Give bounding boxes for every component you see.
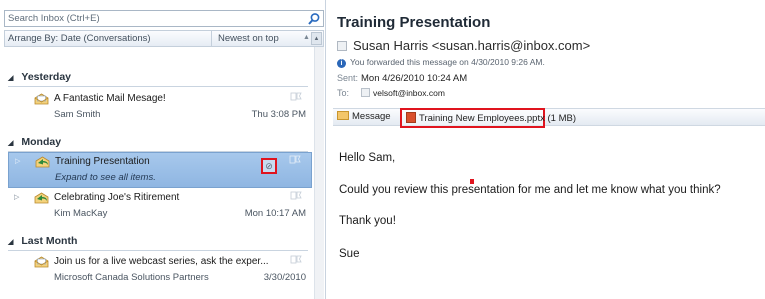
expand-conversation-icon[interactable]: ▷: [15, 157, 20, 165]
list-item[interactable]: Join us for a live webcast series, ask t…: [8, 253, 312, 289]
powerpoint-file-icon: [406, 112, 416, 123]
attachment-file[interactable]: Training New Employees.pptx (1 MB): [406, 112, 576, 124]
attachment-indicator[interactable]: ⊘: [261, 158, 277, 174]
search-input[interactable]: [5, 11, 301, 26]
to-label: To:: [337, 88, 350, 98]
search-box[interactable]: [4, 10, 324, 27]
sender-row[interactable]: Susan Harris <susan.harris@inbox.com>: [337, 38, 590, 53]
body-text: Could you review this presentation for m…: [339, 184, 721, 196]
group-header-yesterday[interactable]: ◢ Yesterday: [8, 71, 71, 83]
message-list-scrollbar[interactable]: [314, 47, 324, 299]
message-tab[interactable]: Message: [337, 111, 391, 122]
body-greeting: Hello Sam,: [339, 152, 396, 164]
message-tab-label: Message: [352, 111, 391, 122]
attachment-highlight[interactable]: Training New Employees.pptx (1 MB): [400, 108, 576, 128]
expand-conversation-icon[interactable]: ▷: [14, 193, 19, 201]
mail-sender: Sam Smith: [54, 109, 101, 120]
flag-icon[interactable]: [290, 255, 302, 266]
reading-pane: Training Presentation Susan Harris <susa…: [333, 0, 765, 299]
group-label: Monday: [21, 136, 62, 148]
group-divider: [8, 250, 308, 251]
mail-date: Thu 3:08 PM: [251, 109, 306, 120]
list-item-selected[interactable]: ▷ Training Presentation Expand to see al…: [8, 152, 312, 188]
mail-sender: Expand to see all items.: [55, 172, 156, 183]
mail-date: Mon 10:17 AM: [244, 208, 306, 219]
conversation-icon: [34, 192, 49, 204]
message-title: Training Presentation: [337, 14, 491, 31]
contact-status-icon: [361, 88, 370, 97]
conversation-icon: [35, 156, 50, 168]
mail-subject: Celebrating Joe's Ritirement: [54, 192, 180, 203]
mouse-cursor-marker: [470, 179, 474, 184]
sender-name[interactable]: Susan Harris <susan.harris@inbox.com>: [353, 38, 590, 53]
body-signature: Sue: [339, 248, 360, 260]
group-label: Last Month: [21, 235, 78, 247]
flag-icon[interactable]: [289, 155, 301, 166]
contact-status-icon: [337, 41, 347, 51]
sort-arrow-icon: ▲: [303, 34, 310, 41]
group-divider: [8, 86, 308, 87]
envelope-open-icon: [34, 93, 49, 105]
scroll-up-button[interactable]: ▲: [311, 32, 322, 45]
mail-date: 3/30/2010: [263, 272, 306, 283]
body-thanks: Thank you!: [339, 215, 396, 227]
mail-sender: Microsoft Canada Solutions Partners: [54, 272, 209, 283]
collapse-triangle-icon[interactable]: ◢: [8, 74, 13, 82]
attachment-bar: Message Training New Employees.pptx (1 M…: [333, 108, 765, 128]
mail-subject: A Fantastic Mail Mesage!: [54, 93, 166, 104]
list-item[interactable]: A Fantastic Mail Mesage! Sam Smith Thu 3…: [8, 90, 312, 126]
info-icon: i: [337, 59, 346, 68]
message-list-pane: Arrange By: Date (Conversations) Newest …: [0, 0, 326, 299]
group-label: Yesterday: [21, 71, 72, 83]
arrange-by-label[interactable]: Arrange By: Date (Conversations): [8, 33, 151, 44]
arrange-by-bar[interactable]: Arrange By: Date (Conversations) Newest …: [4, 30, 324, 47]
paperclip-icon: ⊘: [265, 161, 273, 171]
collapse-triangle-icon[interactable]: ◢: [8, 238, 13, 246]
mail-subject: Training Presentation: [55, 156, 150, 167]
flag-icon[interactable]: [290, 191, 302, 202]
envelope-icon: [337, 111, 349, 120]
search-icon[interactable]: [307, 12, 321, 26]
envelope-open-icon: [34, 256, 49, 268]
to-row: To: velsoft@inbox.com: [337, 88, 445, 99]
attachment-filename: Training New Employees.pptx (1 MB): [419, 113, 576, 124]
sort-order-button[interactable]: Newest on top: [211, 31, 301, 46]
to-value[interactable]: velsoft@inbox.com: [373, 88, 445, 98]
list-item[interactable]: ▷ Celebrating Joe's Ritirement Kim MacKa…: [8, 189, 312, 225]
mail-subject: Join us for a live webcast series, ask t…: [54, 256, 269, 267]
group-header-monday[interactable]: ◢ Monday: [8, 136, 61, 148]
info-bar[interactable]: i You forwarded this message on 4/30/2010…: [337, 57, 545, 68]
collapse-triangle-icon[interactable]: ◢: [8, 139, 13, 147]
group-header-last-month[interactable]: ◢ Last Month: [8, 235, 77, 247]
sent-label: Sent:: [337, 73, 359, 83]
flag-icon[interactable]: [290, 92, 302, 103]
info-text: You forwarded this message on 4/30/2010 …: [350, 57, 545, 67]
mail-sender: Kim MacKay: [54, 208, 108, 219]
sent-value: Mon 4/26/2010 10:24 AM: [361, 73, 468, 84]
sent-row: Sent: Mon 4/26/2010 10:24 AM: [337, 73, 467, 84]
